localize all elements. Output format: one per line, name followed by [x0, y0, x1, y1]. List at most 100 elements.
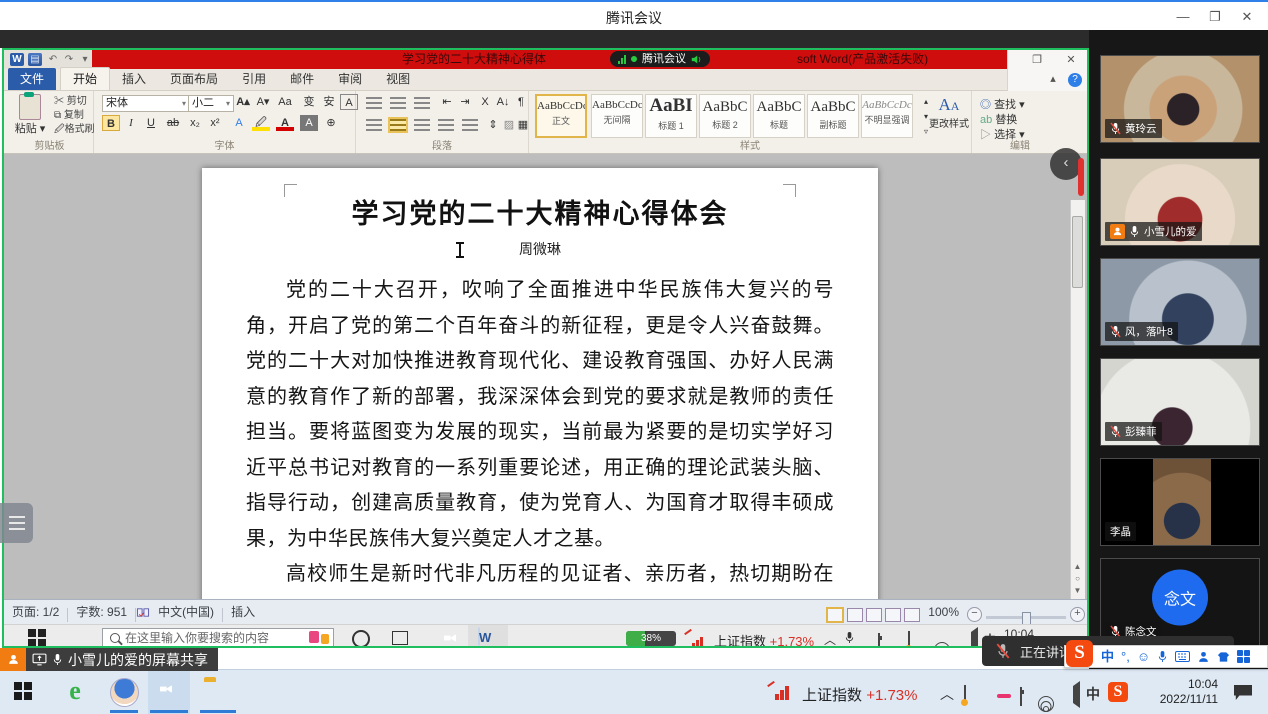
- view-web-icon[interactable]: [866, 608, 882, 622]
- participant-tile[interactable]: 李晶: [1100, 458, 1260, 546]
- status-language[interactable]: 中文(中国): [158, 600, 214, 624]
- italic-button[interactable]: I: [122, 115, 140, 131]
- word-app-icon[interactable]: W: [10, 53, 24, 66]
- undo-icon[interactable]: ↶: [46, 53, 60, 66]
- tab-mailings[interactable]: 邮件: [278, 68, 326, 90]
- scroll-down-icon[interactable]: ▼: [1070, 586, 1085, 595]
- ime-keyboard-icon[interactable]: [1175, 651, 1190, 662]
- tray-expand-icon[interactable]: ︿: [824, 631, 836, 648]
- tab-review[interactable]: 审阅: [326, 68, 374, 90]
- local-tray-expand-icon[interactable]: ︿: [940, 684, 954, 704]
- style-no-spacing[interactable]: AaBbCcDc无间隔: [591, 94, 643, 138]
- minimize-icon[interactable]: —: [1170, 7, 1196, 27]
- grow-font-icon[interactable]: A▴: [234, 94, 252, 110]
- participant-tile[interactable]: 黄玲云: [1100, 55, 1260, 143]
- battery-percent-widget[interactable]: 38%: [626, 631, 676, 646]
- distribute-icon[interactable]: [462, 119, 478, 131]
- bullet-list-icon[interactable]: [366, 97, 382, 109]
- meeting-active-cell[interactable]: [148, 670, 190, 714]
- view-print-layout-icon[interactable]: [826, 607, 844, 623]
- select-browse-icon[interactable]: ○: [1070, 574, 1085, 583]
- shrink-font-icon[interactable]: A▾: [254, 94, 272, 110]
- avatar-app-icon[interactable]: [110, 678, 139, 707]
- zoom-slider[interactable]: [986, 616, 1066, 619]
- participant-tile[interactable]: 风，落叶8: [1100, 258, 1260, 346]
- task-view-icon[interactable]: [392, 631, 408, 645]
- tab-file[interactable]: 文件: [8, 68, 56, 90]
- tab-insert[interactable]: 插入: [110, 68, 158, 90]
- status-page[interactable]: 页面: 1/2: [12, 600, 59, 624]
- word-restore-icon[interactable]: ❐: [1026, 53, 1048, 68]
- local-volume-icon[interactable]: [1068, 681, 1080, 708]
- phonetic-guide-icon[interactable]: 变: [300, 94, 318, 110]
- style-normal[interactable]: AaBbCcDc正文: [535, 94, 587, 138]
- increase-indent-icon[interactable]: ⇥: [456, 94, 474, 110]
- previous-page-icon[interactable]: ▲: [1070, 562, 1085, 571]
- start-button[interactable]: [28, 629, 46, 647]
- style-heading2[interactable]: AaBbC标题 2: [699, 94, 751, 138]
- superscript-icon[interactable]: x²: [206, 115, 224, 131]
- align-right-icon[interactable]: [414, 119, 430, 131]
- underline-button[interactable]: U: [142, 115, 160, 131]
- change-styles-button[interactable]: AA 更改样式: [927, 95, 971, 130]
- taskbar-search-input[interactable]: 在这里输入你要搜索的内容: [102, 628, 334, 647]
- show-marks-icon[interactable]: ¶: [512, 94, 530, 110]
- asian-layout-icon[interactable]: X: [476, 94, 494, 110]
- ime-voice-icon[interactable]: [1157, 650, 1168, 663]
- cortana-icon[interactable]: [352, 630, 370, 648]
- font-family-select[interactable]: 宋体▾: [102, 95, 190, 112]
- tray-volume-icon[interactable]: [966, 627, 978, 648]
- sogou-logo-icon[interactable]: S: [1066, 640, 1093, 667]
- subscript-icon[interactable]: x₂: [186, 115, 204, 131]
- action-center-icon[interactable]: [1234, 685, 1252, 700]
- tray-mic-icon[interactable]: [844, 631, 855, 644]
- style-title[interactable]: AaBbC标题: [753, 94, 805, 138]
- font-size-select[interactable]: 小二▾: [188, 95, 234, 112]
- decrease-indent-icon[interactable]: ⇤: [438, 94, 456, 110]
- local-ime-indicator[interactable]: 中: [1086, 684, 1100, 704]
- meeting-status-pill[interactable]: 腾讯会议: [610, 51, 710, 67]
- view-outline-icon[interactable]: [885, 608, 901, 622]
- local-battery-icon[interactable]: [1020, 687, 1022, 706]
- tray-cast-icon[interactable]: [908, 631, 910, 648]
- style-heading1[interactable]: AaBI标题 1: [645, 94, 697, 138]
- ime-skin-icon[interactable]: [1217, 651, 1230, 663]
- close-icon[interactable]: ✕: [1234, 7, 1260, 27]
- zoom-in-icon[interactable]: +: [1070, 607, 1085, 622]
- ime-toolbox-icon[interactable]: [1237, 650, 1250, 663]
- characters-icon[interactable]: 安: [320, 94, 338, 110]
- ie-browser-icon[interactable]: e: [62, 678, 88, 704]
- style-subtle-emphasis[interactable]: AaBbCcDc不明显强调: [861, 94, 913, 138]
- numbered-list-icon[interactable]: [390, 97, 406, 109]
- ime-mode-indicator[interactable]: 中: [1101, 646, 1114, 667]
- status-wordcount[interactable]: 字数: 951: [76, 600, 127, 624]
- style-subtitle[interactable]: AaBbC副标题: [807, 94, 859, 138]
- local-stock-ticker[interactable]: 上证指数 +1.73%: [802, 684, 917, 705]
- participant-tile[interactable]: 小雪儿的爱: [1100, 158, 1260, 246]
- share-banner[interactable]: 小雪儿的爱的屏幕共享: [0, 648, 218, 671]
- word-close-icon[interactable]: ✕: [1060, 53, 1082, 68]
- scrollbar-thumb[interactable]: [1072, 216, 1083, 288]
- zoom-level[interactable]: 100%: [928, 600, 959, 624]
- font-color-icon[interactable]: A: [276, 115, 294, 131]
- align-left-icon[interactable]: [366, 119, 382, 131]
- cut-button[interactable]: ✂ 剪切: [54, 95, 87, 109]
- find-button[interactable]: ◎ 查找 ▾: [980, 96, 1025, 112]
- bold-button[interactable]: B: [102, 115, 120, 131]
- tray-battery-icon[interactable]: [878, 633, 880, 648]
- local-start-button[interactable]: [14, 682, 32, 700]
- floating-panel-handle[interactable]: [0, 503, 33, 543]
- multilevel-list-icon[interactable]: [414, 97, 430, 109]
- local-tray-cast-icon[interactable]: [964, 685, 966, 704]
- replace-button[interactable]: ab 替换: [980, 111, 1017, 127]
- qat-dropdown-icon[interactable]: ▾: [78, 53, 92, 66]
- enclose-char-icon[interactable]: ⊕: [322, 115, 340, 131]
- strikethrough-icon[interactable]: ab: [164, 115, 182, 131]
- ime-punctuation-icon[interactable]: °,: [1121, 646, 1130, 667]
- align-center-icon[interactable]: [390, 119, 406, 131]
- local-clock[interactable]: 10:042022/11/11: [1140, 677, 1218, 707]
- char-shading-icon[interactable]: A: [300, 115, 318, 131]
- text-effects-icon[interactable]: A: [230, 115, 248, 131]
- format-painter-button[interactable]: 🖉格式刷: [54, 123, 95, 137]
- paste-button[interactable]: 粘贴 ▾: [10, 94, 50, 136]
